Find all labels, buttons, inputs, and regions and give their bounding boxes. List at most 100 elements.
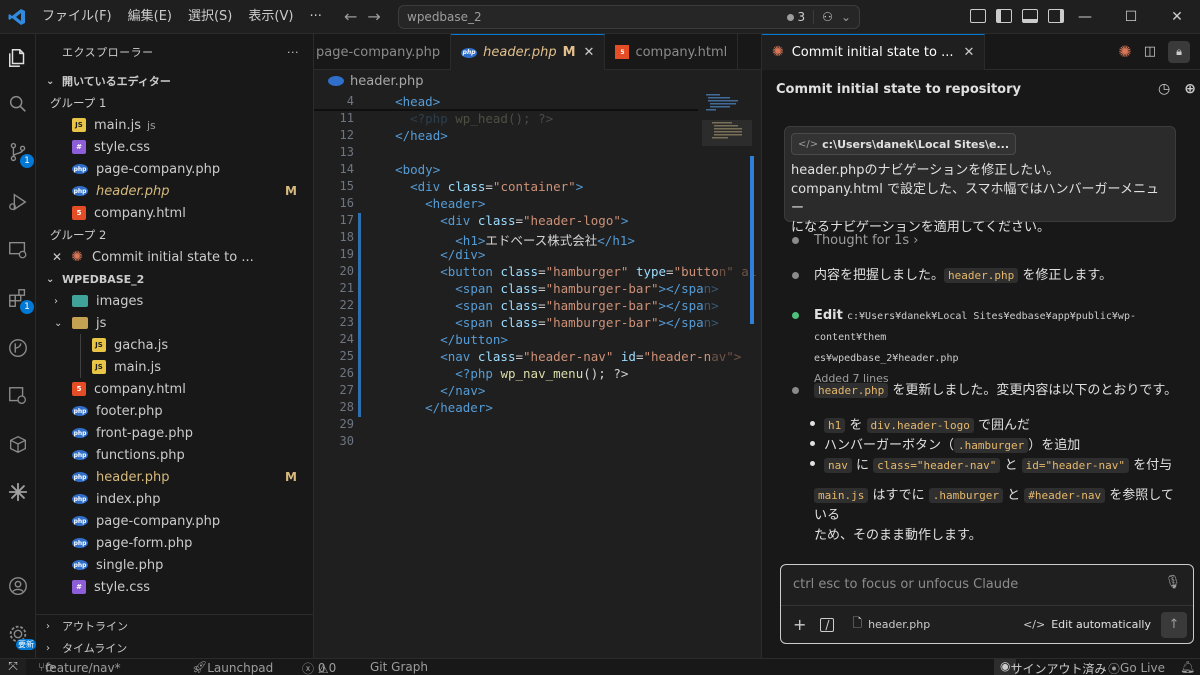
microphone-icon[interactable]: 🎙︎	[1164, 575, 1181, 590]
code-line[interactable]: <span class="hamburger-bar"></span>	[380, 315, 718, 330]
explorer-icon[interactable]	[6, 46, 30, 70]
tree-file[interactable]: php single.php	[36, 554, 313, 576]
source-control-icon[interactable]: 1	[6, 140, 34, 168]
chat-input-placeholder[interactable]: ctrl esc to focus or unfocus Claude	[793, 577, 1018, 592]
branch-indicator[interactable]: ⑂ feature/nav* ⟳	[38, 660, 121, 675]
history-clock-icon[interactable]: ◷	[1158, 81, 1170, 97]
menu-edit[interactable]: 編集(E)	[120, 0, 180, 34]
close-tab-icon[interactable]: ✕	[963, 45, 974, 60]
launchpad-button[interactable]: 🚀︎ Launchpad	[192, 660, 273, 675]
toggle-primary-sidebar-icon[interactable]	[996, 9, 1012, 23]
go-live-button[interactable]: ⦿ Go Live	[1108, 660, 1165, 675]
run-debug-icon[interactable]	[6, 190, 30, 214]
open-editor-item[interactable]: php header.php M	[36, 180, 313, 202]
breadcrumb[interactable]: header.php	[314, 70, 761, 92]
tree-file[interactable]: php index.php	[36, 488, 313, 510]
editor-scrollbar[interactable]	[750, 156, 754, 324]
code-line[interactable]: <span class="hamburger-bar"></span>	[380, 298, 718, 313]
thought-toggle[interactable]: Thought for 1s ›	[814, 231, 1186, 251]
git-graph-icon[interactable]	[6, 336, 30, 360]
tree-file[interactable]: 5 company.html	[36, 378, 313, 400]
edit-mode-selector[interactable]: </> Edit automatically	[1023, 618, 1151, 631]
tree-file[interactable]: # style.css	[36, 576, 313, 598]
editor-tab[interactable]: page-company.php	[314, 34, 452, 70]
code-line[interactable]: <head>	[380, 94, 440, 109]
remote-indicator-icon[interactable]: ⤧	[0, 659, 26, 675]
outline-section[interactable]: › アウトライン	[36, 615, 313, 637]
breadcrumb-file[interactable]: header.php	[350, 74, 423, 89]
menu-selection[interactable]: 選択(S)	[180, 0, 240, 34]
new-chat-icon[interactable]: ⊕	[1184, 81, 1196, 97]
code-line[interactable]: <span class="hamburger-bar"></span>	[380, 281, 718, 296]
chat-input-box[interactable]: ctrl esc to focus or unfocus Claude 🎙︎ +…	[780, 564, 1194, 644]
context-file-chip[interactable]: </> c:\Users\danek\Local Sites\e...	[791, 133, 1017, 155]
gutter-change-indicator[interactable]	[358, 213, 361, 417]
command-center-search[interactable]: wpedbase_2 3 ⚇ ⌄	[398, 5, 860, 29]
forward-arrow-icon[interactable]: →	[367, 7, 380, 26]
remote-explorer-icon[interactable]	[6, 238, 30, 262]
maximize-icon[interactable]: ☐	[1108, 0, 1154, 34]
timeline-section[interactable]: › タイムライン	[36, 637, 313, 659]
back-arrow-icon[interactable]: ←	[344, 7, 357, 26]
workspace-section[interactable]: ⌄ WPEDBASE_2	[36, 268, 313, 290]
tree-file[interactable]: php footer.php	[36, 400, 313, 422]
code-line[interactable]: <?php wp_head(); ?>	[380, 111, 553, 126]
search-icon[interactable]	[6, 92, 30, 116]
account-icon[interactable]	[6, 574, 30, 598]
code-editor[interactable]: 4 <head> 11 <?php wp_head(); ?> 12 </head>…	[314, 92, 762, 658]
code-line[interactable]: </head>	[380, 128, 448, 143]
editor-tab[interactable]: 5 company.html	[605, 34, 739, 70]
tree-file[interactable]: php page-company.php	[36, 510, 313, 532]
sidebar-more-button[interactable]: ···	[287, 46, 299, 59]
notification-indicator[interactable]: 3	[786, 10, 805, 24]
open-editor-item[interactable]: php page-company.php	[36, 158, 313, 180]
tree-file[interactable]: JS gacha.js	[36, 334, 313, 356]
notifications-bell-icon[interactable]: 🔔︎	[1180, 660, 1195, 674]
close-window-icon[interactable]: ✕	[1154, 0, 1200, 34]
tree-file[interactable]: JS main.js	[36, 356, 313, 378]
sign-in-status[interactable]: ◉ サインアウト済み	[994, 659, 1107, 675]
menu-more-button[interactable]: ···	[301, 0, 329, 34]
slash-command-icon[interactable]: /	[820, 617, 835, 632]
tree-file[interactable]: php functions.php	[36, 444, 313, 466]
open-editor-item[interactable]: ✕ ✺ Commit initial state to ...	[36, 246, 313, 268]
open-editor-item[interactable]: JS main.js js	[36, 114, 313, 136]
editor-tab[interactable]: php header.php M ✕	[451, 34, 606, 70]
edit-result[interactable]: Edit c:¥Users¥danek¥Local Sites¥edbase¥a…	[814, 306, 1186, 389]
git-graph-button[interactable]: Git Graph	[370, 660, 428, 674]
claude-spark-icon[interactable]: ✺	[1118, 42, 1131, 61]
send-arrow-icon[interactable]: ↑	[1161, 611, 1187, 638]
open-editors-section[interactable]: ⌄ 開いているエディター	[36, 70, 313, 92]
code-line[interactable]: </button>	[380, 332, 508, 347]
tree-folder[interactable]: ⌄ js	[36, 312, 313, 334]
minimize-icon[interactable]: —	[1062, 0, 1108, 34]
remote-sync-icon[interactable]	[6, 384, 30, 408]
code-line[interactable]: <body>	[380, 162, 440, 177]
menu-view[interactable]: 表示(V)	[240, 0, 301, 34]
minimap[interactable]	[702, 92, 752, 162]
split-editor-icon[interactable]: ◫	[1144, 44, 1156, 59]
chat-tab[interactable]: ✺ Commit initial state to ... ✕	[762, 33, 986, 70]
chevron-down-icon[interactable]: ⌄	[841, 10, 851, 24]
extensions-icon[interactable]: 1	[6, 286, 34, 314]
close-icon[interactable]: ✕	[52, 250, 64, 264]
code-line[interactable]: <header>	[380, 196, 485, 211]
add-attachment-icon[interactable]: +	[793, 615, 806, 634]
lock-icon[interactable]: 🔒︎	[1168, 40, 1190, 63]
problems-indicator[interactable]: ⓧ 0 ⚠ 0	[302, 660, 336, 675]
package-icon[interactable]	[6, 432, 30, 456]
open-editor-item[interactable]: 5 company.html	[36, 202, 313, 224]
close-tab-icon[interactable]: ✕	[584, 45, 595, 60]
code-line[interactable]: </div>	[380, 247, 485, 262]
code-line[interactable]: <button class="hamburger" type="button" …	[380, 264, 756, 279]
tree-file[interactable]: php front-page.php	[36, 422, 313, 444]
code-line[interactable]: <?php wp_nav_menu(); ?>	[380, 366, 628, 381]
toggle-panel-icon[interactable]	[1022, 9, 1038, 23]
tree-file[interactable]: php header.php M	[36, 466, 313, 488]
copilot-icon[interactable]: ⚇	[822, 10, 833, 24]
code-line[interactable]: </header>	[380, 400, 493, 415]
menu-file[interactable]: ファイル(F)	[34, 0, 120, 34]
tree-folder[interactable]: › images	[36, 290, 313, 312]
manage-gear-icon[interactable]: 要新	[6, 622, 36, 650]
code-line[interactable]: <div class="header-logo">	[380, 213, 628, 228]
